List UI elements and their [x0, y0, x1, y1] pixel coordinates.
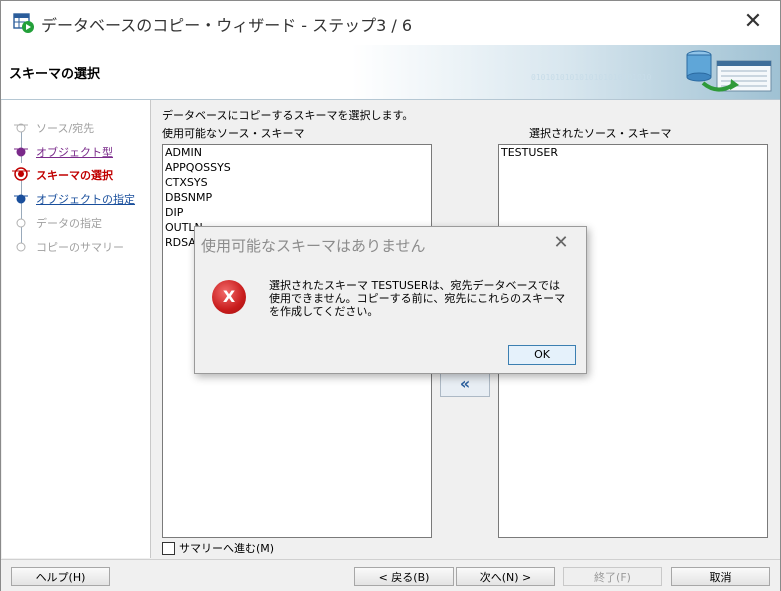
step-title: スキーマの選択	[9, 67, 101, 82]
summary-checkbox-row[interactable]: サマリーへ進む(M)	[162, 540, 274, 556]
step-label[interactable]: オブジェクト型	[36, 144, 113, 160]
back-button[interactable]: < 戻る(B)	[354, 567, 454, 586]
error-icon: X	[212, 280, 246, 314]
step-current-icon	[12, 167, 30, 181]
step-pending-icon	[16, 218, 26, 228]
ok-button[interactable]: OK	[508, 345, 576, 365]
summary-checkbox-label[interactable]: サマリーへ進む(M)	[179, 542, 274, 555]
database-app-icon	[13, 13, 34, 33]
next-button[interactable]: 次へ(N) >	[456, 567, 555, 586]
available-schemas-label: 使用可能なソース・スキーマ	[162, 127, 305, 140]
help-button[interactable]: ヘルプ(H)	[11, 567, 110, 586]
finish-button: 終了(F)	[563, 567, 662, 586]
selected-schemas-label: 選択されたソース・スキーマ	[529, 127, 672, 140]
dialog-title: 使用可能なスキーマはありません	[201, 237, 426, 255]
step-label: ソース/宛先	[36, 122, 95, 135]
step-label: データの指定	[36, 217, 102, 230]
title-bar: データベースのコピー・ウィザード - ステップ3 / 6 ✕	[1, 1, 780, 45]
header-binary-decoration: 0101010101010101010101010	[531, 73, 652, 82]
step-source-destination: ソース/宛先	[2, 116, 150, 150]
list-item[interactable]: CTXSYS	[163, 175, 431, 190]
list-item[interactable]: TESTUSER	[499, 145, 767, 160]
list-item[interactable]: ADMIN	[163, 145, 431, 160]
dialog-message: 選択されたスキーマ TESTUSERは、宛先データベースでは使用できません。コピ…	[269, 279, 566, 318]
step-select-schema: スキーマの選択	[2, 163, 150, 197]
list-item[interactable]: DBSNMP	[163, 190, 431, 205]
step-copy-summary: コピーのサマリー	[2, 235, 150, 257]
error-dialog: 使用可能なスキーマはありません ✕ X 選択されたスキーマ TESTUSERは、…	[194, 226, 587, 374]
list-item[interactable]: APPQOSSYS	[163, 160, 431, 175]
step-label: スキーマの選択	[36, 169, 113, 182]
step-object-type[interactable]: オブジェクト型	[2, 140, 150, 174]
wizard-footer: ヘルプ(H) < 戻る(B) 次へ(N) > 終了(F) 取消	[1, 559, 780, 591]
wizard-steps-pane: ソース/宛先 オブジェクト型 スキーマの選択 オブジェクトの指定 データの指定 …	[2, 100, 151, 558]
step-specify-objects[interactable]: オブジェクトの指定	[2, 187, 150, 221]
instruction-text: データベースにコピーするスキーマを選択します。	[162, 109, 414, 122]
step-label[interactable]: オブジェクトの指定	[36, 191, 135, 207]
step-pending-icon	[16, 242, 26, 252]
step-link-icon	[14, 194, 28, 204]
step-pending-icon	[14, 123, 28, 133]
step-header: スキーマの選択 0101010101010101010101010	[1, 45, 780, 100]
cancel-button[interactable]: 取消	[671, 567, 770, 586]
step-label: コピーのサマリー	[36, 241, 124, 254]
summary-checkbox[interactable]	[162, 541, 175, 555]
database-copy-illustration-icon	[686, 50, 772, 92]
step-visited-icon	[14, 147, 28, 157]
dialog-close-button[interactable]: ✕	[551, 233, 571, 253]
list-item[interactable]: DIP	[163, 205, 431, 220]
window-close-button[interactable]: ✕	[741, 11, 765, 35]
step-specify-data: データの指定	[2, 211, 150, 245]
move-all-left-button[interactable]: «	[440, 373, 490, 397]
window-title: データベースのコピー・ウィザード - ステップ3 / 6	[41, 16, 413, 35]
